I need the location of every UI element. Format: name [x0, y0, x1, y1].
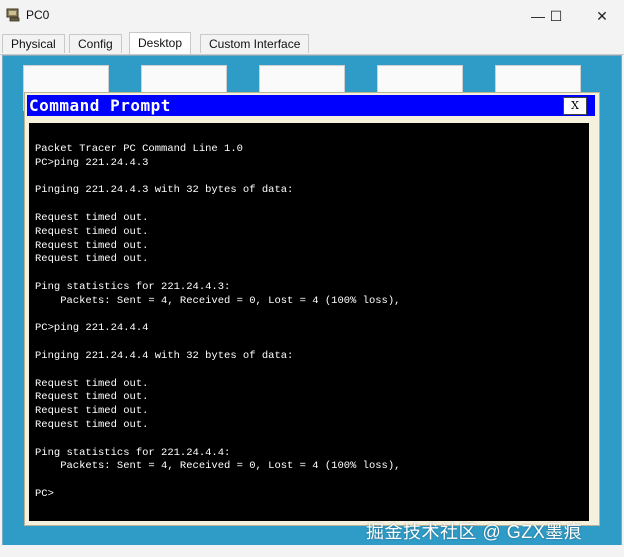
terminal-line: Ping statistics for 221.24.4.4: — [35, 446, 231, 459]
terminal-line: PC>ping 221.24.4.4 — [35, 322, 149, 335]
terminal-line: Request timed out. — [35, 418, 149, 431]
terminal-line: Ping statistics for 221.24.4.3: — [35, 280, 231, 293]
title-bar: PC0 — ☐ ✕ — [0, 0, 624, 32]
command-prompt-close-button[interactable]: X — [563, 97, 587, 115]
terminal-line: Request timed out. — [35, 391, 149, 404]
pc-device-icon — [6, 8, 20, 22]
tab-config[interactable]: Config — [69, 34, 122, 53]
terminal-line: Pinging 221.24.4.3 with 32 bytes of data… — [35, 184, 294, 197]
maximize-button[interactable]: ☐ — [538, 4, 574, 28]
terminal-line: Request timed out. — [35, 377, 149, 390]
terminal-line: PC>ping 221.24.4.3 — [35, 156, 149, 169]
close-icon: ✕ — [596, 7, 608, 24]
command-prompt-title: Command Prompt — [29, 96, 171, 115]
terminal-line: Request timed out. — [35, 211, 149, 224]
command-prompt-titlebar: Command Prompt X — [27, 95, 595, 116]
tab-bar: Physical Config Desktop Custom Interface — [0, 32, 624, 55]
terminal-line: Packets: Sent = 4, Received = 0, Lost = … — [35, 460, 401, 473]
bottom-bar — [0, 545, 624, 557]
window-title: PC0 — [26, 8, 50, 22]
terminal-line: Packet Tracer PC Command Line 1.0 — [35, 143, 243, 155]
tab-physical[interactable]: Physical — [2, 34, 65, 53]
terminal-line: Packets: Sent = 4, Received = 0, Lost = … — [35, 294, 401, 307]
terminal-line: PC> — [35, 487, 54, 500]
terminal-line: Request timed out. — [35, 239, 149, 252]
tab-custom-interface[interactable]: Custom Interface — [200, 34, 310, 53]
terminal-text: Packet Tracer PC Command Line 1.0 PC>ping… — [35, 143, 400, 502]
terminal-output[interactable]: Packet Tracer PC Command Line 1.0 PC>ping… — [29, 123, 589, 521]
terminal-line: Request timed out. — [35, 405, 149, 418]
tab-desktop[interactable]: Desktop — [129, 32, 192, 54]
maximize-icon: ☐ — [549, 7, 563, 24]
terminal-line: Request timed out. — [35, 253, 149, 266]
close-button[interactable]: ✕ — [584, 4, 620, 28]
terminal-line: Pinging 221.24.4.4 with 32 bytes of data… — [35, 349, 294, 362]
watermark: 掘金技术社区 @ GZX墨痕 — [366, 522, 583, 542]
terminal-line: Request timed out. — [35, 225, 149, 238]
command-prompt-window: Command Prompt X Packet Tracer PC Comman… — [24, 92, 600, 526]
